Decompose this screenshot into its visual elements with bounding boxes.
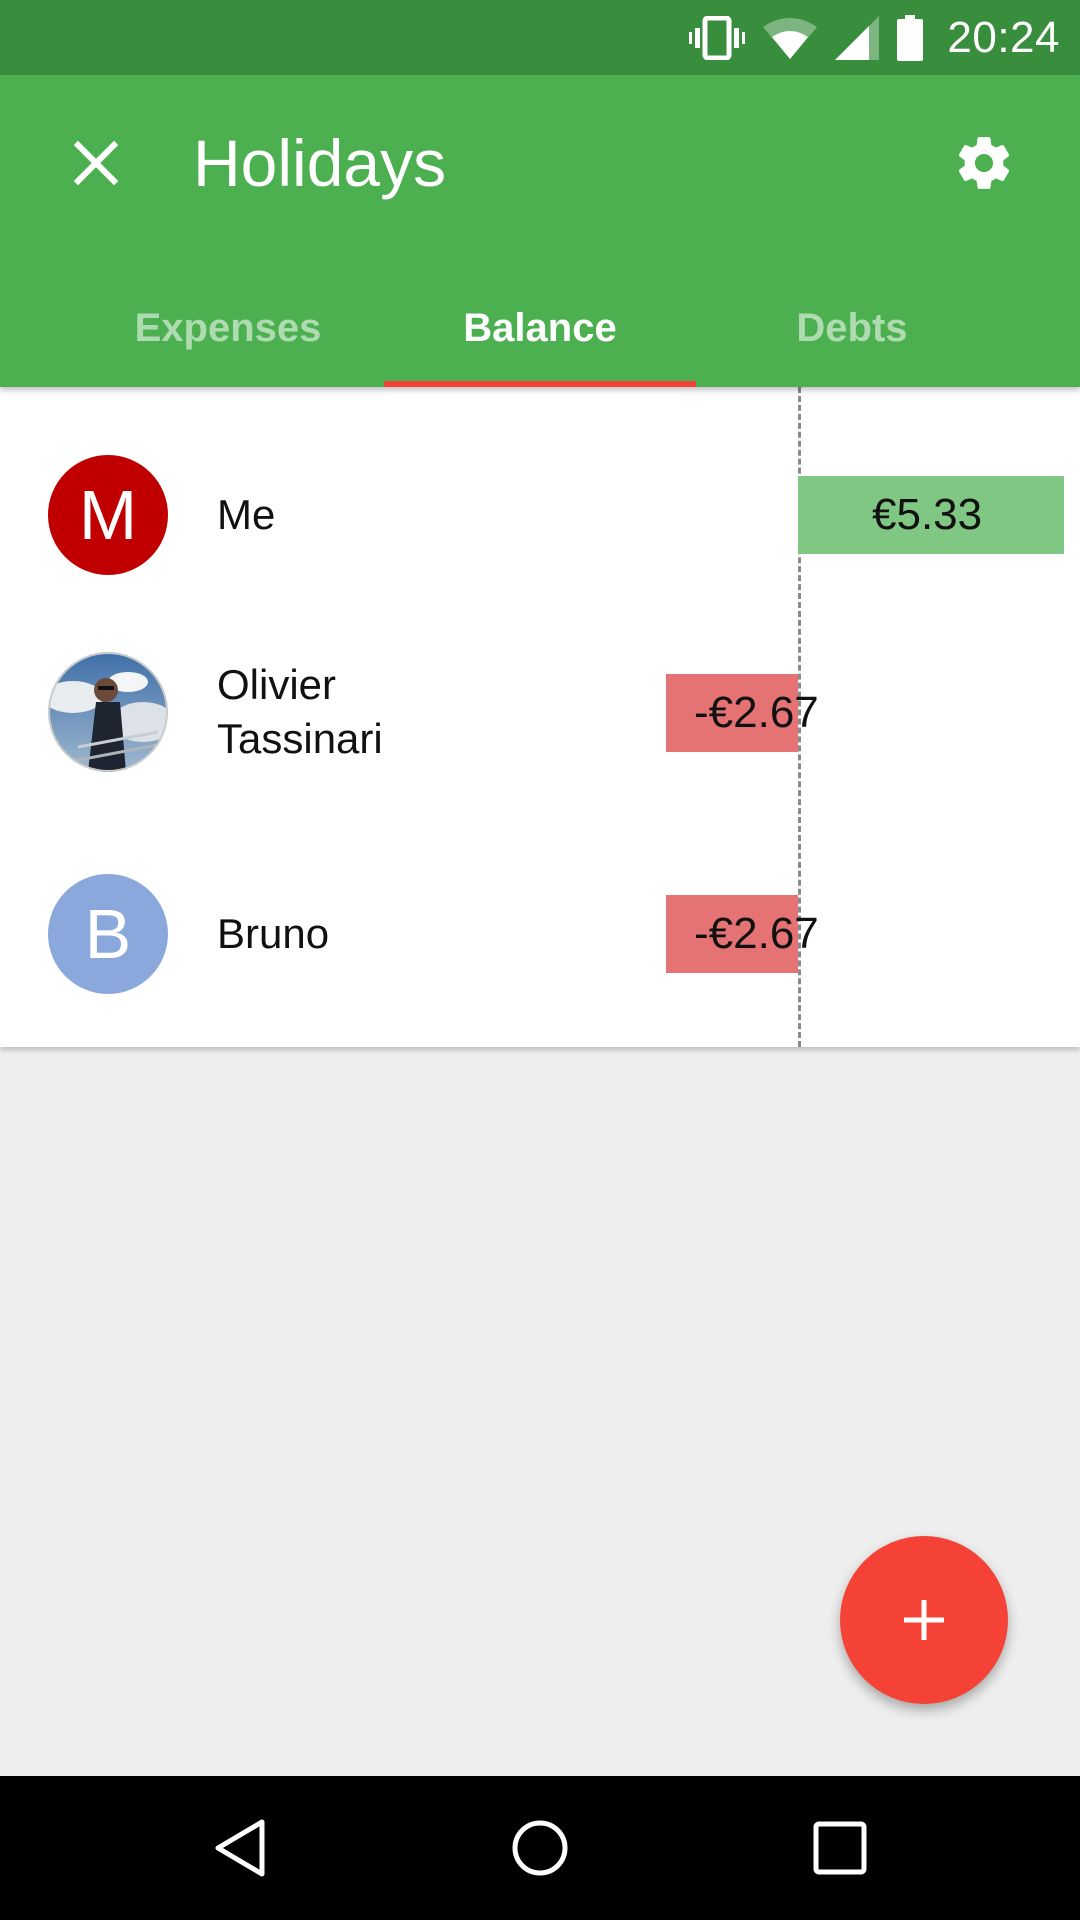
vibrate-icon: [689, 15, 746, 60]
avatar: M: [48, 455, 168, 575]
signal-icon: [835, 15, 880, 60]
recents-button[interactable]: [790, 1798, 890, 1898]
tab-debts[interactable]: Debts: [696, 270, 1008, 387]
list-item[interactable]: Olivier Tassinari -€2.67: [0, 613, 1080, 813]
status-icons: 20:24: [689, 0, 1060, 75]
list-item[interactable]: M Me €5.33: [0, 415, 1080, 615]
app-bar: Holidays Expenses Balance Debts: [0, 75, 1080, 387]
balance-amount: -€2.67: [694, 909, 819, 958]
navigation-bar: [0, 1776, 1080, 1920]
avatar-photo: [48, 652, 168, 772]
balance-amount: €5.33: [872, 490, 983, 539]
list-item[interactable]: B Bruno -€2.67: [0, 835, 1080, 1035]
status-time: 20:24: [947, 12, 1060, 62]
back-icon: [215, 1819, 265, 1877]
add-expense-button[interactable]: [840, 1536, 1008, 1704]
battery-icon: [897, 14, 924, 61]
avatar-initial: B: [84, 895, 132, 973]
tab-balance[interactable]: Balance: [384, 270, 696, 387]
page-title: Holidays: [193, 126, 447, 200]
gear-icon: [958, 137, 1010, 189]
plus-icon: [904, 1600, 944, 1640]
wifi-icon: [763, 17, 818, 59]
member-name: Bruno: [217, 910, 330, 957]
avatar: B: [48, 874, 168, 994]
balance-amount: -€2.67: [694, 688, 819, 737]
tab-expenses[interactable]: Expenses: [72, 270, 384, 387]
settings-button[interactable]: [934, 113, 1034, 213]
close-icon: [74, 141, 118, 185]
status-bar: 20:24: [0, 0, 1080, 75]
back-button[interactable]: [190, 1798, 290, 1898]
tab-bar: Expenses Balance Debts: [72, 270, 1008, 387]
home-button[interactable]: [490, 1798, 590, 1898]
recents-icon: [813, 1821, 867, 1875]
close-button[interactable]: [46, 113, 146, 213]
member-name: Me: [217, 491, 276, 538]
balance-card: M Me €5.33 Olivier Tassinari -€2.67 B Br…: [0, 387, 1080, 1047]
avatar-initial: M: [78, 476, 138, 554]
avatar-photo-image: [48, 652, 168, 772]
member-name: Olivier Tassinari: [217, 661, 383, 762]
home-icon: [512, 1820, 568, 1876]
